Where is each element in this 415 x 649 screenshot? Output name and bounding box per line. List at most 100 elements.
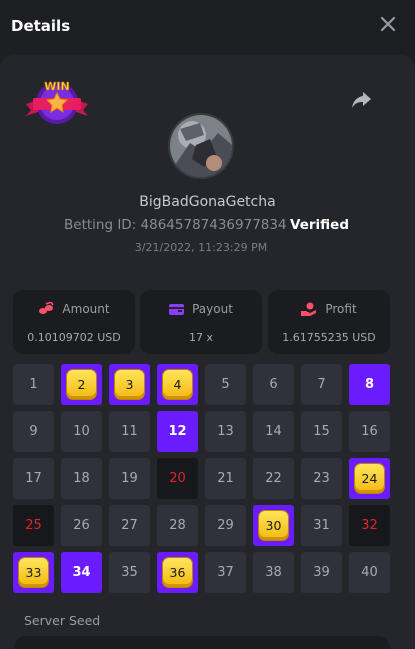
grid-cell-number: 29 (217, 518, 234, 533)
grid-cell-number: 23 (313, 471, 330, 486)
grid-cell-number: 31 (313, 518, 330, 533)
grid-cell-number: 32 (361, 518, 378, 533)
profit-value: 1.61755235 USD (282, 331, 376, 344)
grid-cell-2[interactable]: 2 (61, 364, 102, 405)
grid-cell-number: 11 (121, 424, 138, 439)
grid-cell-30[interactable]: 30 (253, 505, 294, 546)
grid-cell-29[interactable]: 29 (205, 505, 246, 546)
grid-cell-40[interactable]: 40 (349, 552, 390, 593)
gem-tile: 2 (67, 370, 96, 399)
grid-cell-18[interactable]: 18 (61, 458, 102, 499)
grid-cell-15[interactable]: 15 (301, 411, 342, 452)
grid-cell-number: 5 (221, 377, 230, 392)
grid-cell-6[interactable]: 6 (253, 364, 294, 405)
server-seed-box (14, 636, 390, 649)
grid-cell-22[interactable]: 22 (253, 458, 294, 499)
modal-title: Details (11, 17, 71, 35)
stat-profit: Profit 1.61755235 USD (268, 290, 390, 354)
grid-cell-number: 22 (265, 471, 282, 486)
grid-cell-33[interactable]: 33 (13, 552, 54, 593)
grid-cell-21[interactable]: 21 (205, 458, 246, 499)
hand-coin-icon (301, 302, 317, 316)
grid-cell-number: 38 (265, 565, 282, 580)
stat-payout: Payout 17 x (140, 290, 262, 354)
grid-cell-12[interactable]: 12 (157, 411, 198, 452)
grid-cell-number: 17 (25, 471, 42, 486)
gem-tile: 4 (163, 370, 192, 399)
grid-cell-8[interactable]: 8 (349, 364, 390, 405)
grid-cell-17[interactable]: 17 (13, 458, 54, 499)
grid-cell-number: 15 (313, 424, 330, 439)
grid-cell-number: 1 (29, 377, 38, 392)
grid-cell-number: 35 (121, 565, 138, 580)
grid-cell-3[interactable]: 3 (109, 364, 150, 405)
wallet-icon (169, 304, 185, 315)
server-seed-label: Server Seed (24, 613, 101, 628)
grid-cell-11[interactable]: 11 (109, 411, 150, 452)
grid-cell-number: 14 (265, 424, 282, 439)
gem-tile: 36 (163, 558, 192, 587)
payout-value: 17 x (188, 331, 213, 344)
grid-cell-31[interactable]: 31 (301, 505, 342, 546)
grid-cell-20[interactable]: 20 (157, 458, 198, 499)
coins-icon (39, 301, 55, 314)
close-icon[interactable] (377, 13, 399, 35)
bet-date: 3/21/2022, 11:23:29 PM (134, 241, 268, 254)
grid-cell-38[interactable]: 38 (253, 552, 294, 593)
grid-cell-26[interactable]: 26 (61, 505, 102, 546)
grid-cell-13[interactable]: 13 (205, 411, 246, 452)
grid-cell-5[interactable]: 5 (205, 364, 246, 405)
grid-cell-39[interactable]: 39 (301, 552, 342, 593)
grid-cell-23[interactable]: 23 (301, 458, 342, 499)
grid-cell-number: 21 (217, 471, 234, 486)
grid-cell-34[interactable]: 34 (61, 552, 102, 593)
grid-cell-number: 25 (25, 518, 42, 533)
grid-cell-number: 8 (364, 377, 375, 392)
grid-cell-number: 39 (313, 565, 330, 580)
payout-label: Payout (192, 302, 233, 316)
gem-tile: 3 (115, 370, 144, 399)
grid-cell-16[interactable]: 16 (349, 411, 390, 452)
win-badge-icon: WIN (26, 80, 88, 124)
grid-cell-number: 9 (29, 424, 38, 439)
grid-cell-24[interactable]: 24 (349, 458, 390, 499)
win-badge-text: WIN (44, 80, 69, 93)
grid-cell-number: 26 (73, 518, 90, 533)
grid-cell-number: 12 (168, 424, 187, 439)
grid-cell-35[interactable]: 35 (109, 552, 150, 593)
avatar (168, 113, 234, 179)
grid-cell-37[interactable]: 37 (205, 552, 246, 593)
grid-cell-27[interactable]: 27 (109, 505, 150, 546)
grid-cell-number: 27 (121, 518, 138, 533)
grid-cell-32[interactable]: 32 (349, 505, 390, 546)
grid-cell-14[interactable]: 14 (253, 411, 294, 452)
grid-cell-7[interactable]: 7 (301, 364, 342, 405)
grid-cell-36[interactable]: 36 (157, 552, 198, 593)
amount-value: 0.10109702 USD (27, 331, 121, 344)
grid-cell-number: 28 (169, 518, 186, 533)
grid-cell-number: 6 (269, 377, 278, 392)
grid-cell-9[interactable]: 9 (13, 411, 54, 452)
grid-cell-number: 40 (361, 565, 378, 580)
grid-cell-1[interactable]: 1 (13, 364, 54, 405)
gem-tile: 24 (355, 464, 384, 493)
verified-status: Verified (290, 217, 349, 233)
gem-tile: 33 (19, 558, 48, 587)
grid-cell-number: 7 (317, 377, 326, 392)
username: BigBadGonaGetcha (139, 194, 276, 210)
grid-cell-25[interactable]: 25 (13, 505, 54, 546)
grid-cell-number: 20 (169, 471, 186, 486)
details-header: Details (0, 0, 415, 52)
grid-cell-number: 10 (73, 424, 90, 439)
grid-cell-28[interactable]: 28 (157, 505, 198, 546)
grid-cell-number: 13 (217, 424, 234, 439)
grid-cell-number: 19 (121, 471, 138, 486)
grid-cell-number: 34 (72, 565, 91, 580)
grid-cell-4[interactable]: 4 (157, 364, 198, 405)
stat-amount: Amount 0.10109702 USD (13, 290, 135, 354)
amount-label: Amount (62, 302, 110, 316)
profit-label: Profit (325, 302, 357, 316)
grid-cell-10[interactable]: 10 (61, 411, 102, 452)
grid-cell-19[interactable]: 19 (109, 458, 150, 499)
share-arrow-icon[interactable] (351, 90, 373, 110)
